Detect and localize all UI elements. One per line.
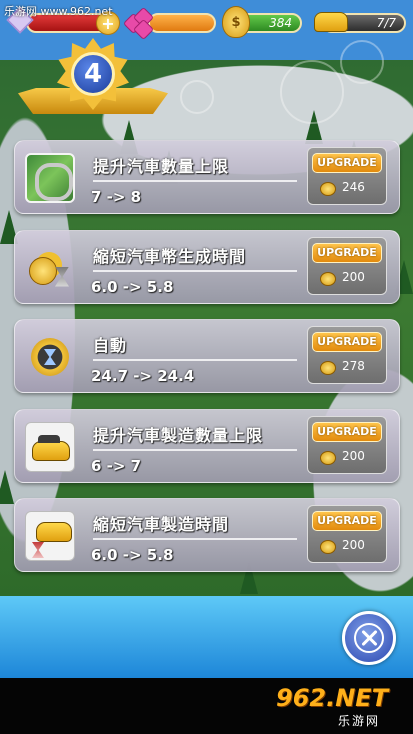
coins-hourglass-icon bbox=[25, 243, 75, 293]
watermark: 乐游网 www.962.net bbox=[4, 5, 113, 18]
upgrade-card: 縮短汽車幣生成時間 6.0 -> 5.8 UPGRADE 200 bbox=[14, 229, 400, 304]
upgrade-card: 提升汽車數量上限 7 -> 8 UPGRADE 246 bbox=[14, 140, 400, 214]
coin-icon bbox=[320, 361, 336, 375]
coin-icon bbox=[320, 182, 336, 196]
divider bbox=[93, 538, 297, 540]
close-button[interactable] bbox=[342, 611, 396, 665]
upgrade-title: 提升汽車製造數量上限 bbox=[93, 425, 264, 445]
logo-subtext: 乐游网 bbox=[338, 714, 381, 728]
upgrade-card: 縮短汽車製造時間 6.0 -> 5.8 UPGRADE 200 bbox=[14, 498, 400, 572]
car-count: 7/7 bbox=[376, 16, 396, 30]
upgrade-value: 6 -> 7 bbox=[91, 456, 142, 475]
upgrade-value: 7 -> 8 bbox=[91, 188, 142, 206]
upgrade-button[interactable]: UPGRADE 200 bbox=[307, 415, 387, 474]
close-icon bbox=[354, 623, 384, 653]
upgrade-title: 縮短汽車製造時間 bbox=[93, 515, 230, 534]
site-logo: 962.NET 乐游网 bbox=[276, 684, 406, 730]
coin-icon bbox=[320, 450, 336, 465]
logo-text: 962.NET bbox=[276, 684, 389, 712]
upgrade-cost: 246 bbox=[342, 180, 365, 194]
upgrade-label: UPGRADE bbox=[312, 421, 382, 442]
rank-level: 4 bbox=[71, 52, 115, 96]
upgrade-value: 6.0 -> 5.8 bbox=[91, 277, 174, 296]
track-map-icon bbox=[25, 153, 75, 203]
upgrade-value: 6.0 -> 5.8 bbox=[91, 546, 174, 564]
taxi-car-icon bbox=[25, 421, 75, 472]
upgrade-label: UPGRADE bbox=[312, 511, 382, 531]
cash-amount: 384 bbox=[269, 16, 292, 30]
coin-icon bbox=[320, 271, 336, 286]
upgrade-cost: 278 bbox=[342, 359, 365, 373]
rank-badge: 4 bbox=[18, 36, 168, 126]
upgrade-button[interactable]: UPGRADE 278 bbox=[307, 326, 387, 384]
upgrade-list: 提升汽車數量上限 7 -> 8 UPGRADE 246 縮短汽車幣生成時間 6.… bbox=[14, 140, 400, 588]
upgrade-cost: 200 bbox=[342, 269, 365, 284]
upgrade-button[interactable]: UPGRADE 200 bbox=[307, 505, 387, 563]
upgrade-cost: 200 bbox=[342, 448, 365, 463]
money-bag-icon: $ bbox=[222, 6, 250, 38]
taxi-hourglass-icon bbox=[25, 511, 75, 561]
divider bbox=[93, 448, 297, 451]
taxi-icon bbox=[314, 12, 348, 32]
upgrade-card: 提升汽車製造數量上限 6 -> 7 UPGRADE 200 bbox=[14, 408, 400, 483]
divider bbox=[93, 359, 297, 361]
upgrade-label: UPGRADE bbox=[312, 242, 382, 263]
upgrade-label: UPGRADE bbox=[312, 153, 382, 173]
upgrade-title: 自動 bbox=[93, 336, 128, 355]
upgrade-title: 提升汽車數量上限 bbox=[93, 157, 230, 176]
upgrade-title: 縮短汽車幣生成時間 bbox=[93, 246, 247, 266]
upgrade-button[interactable]: UPGRADE 246 bbox=[307, 147, 387, 205]
upgrade-cost: 200 bbox=[342, 538, 365, 552]
gem-bar bbox=[148, 13, 216, 33]
divider bbox=[93, 180, 297, 182]
coin-icon bbox=[320, 540, 336, 554]
upgrade-button[interactable]: UPGRADE 200 bbox=[307, 236, 387, 295]
auto-hourglass-icon bbox=[25, 332, 75, 382]
upgrade-value: 24.7 -> 24.4 bbox=[91, 367, 195, 385]
gems-icon bbox=[122, 6, 155, 41]
divider bbox=[93, 269, 297, 272]
upgrade-card: 自動 24.7 -> 24.4 UPGRADE 278 bbox=[14, 319, 400, 393]
upgrade-label: UPGRADE bbox=[312, 332, 382, 352]
